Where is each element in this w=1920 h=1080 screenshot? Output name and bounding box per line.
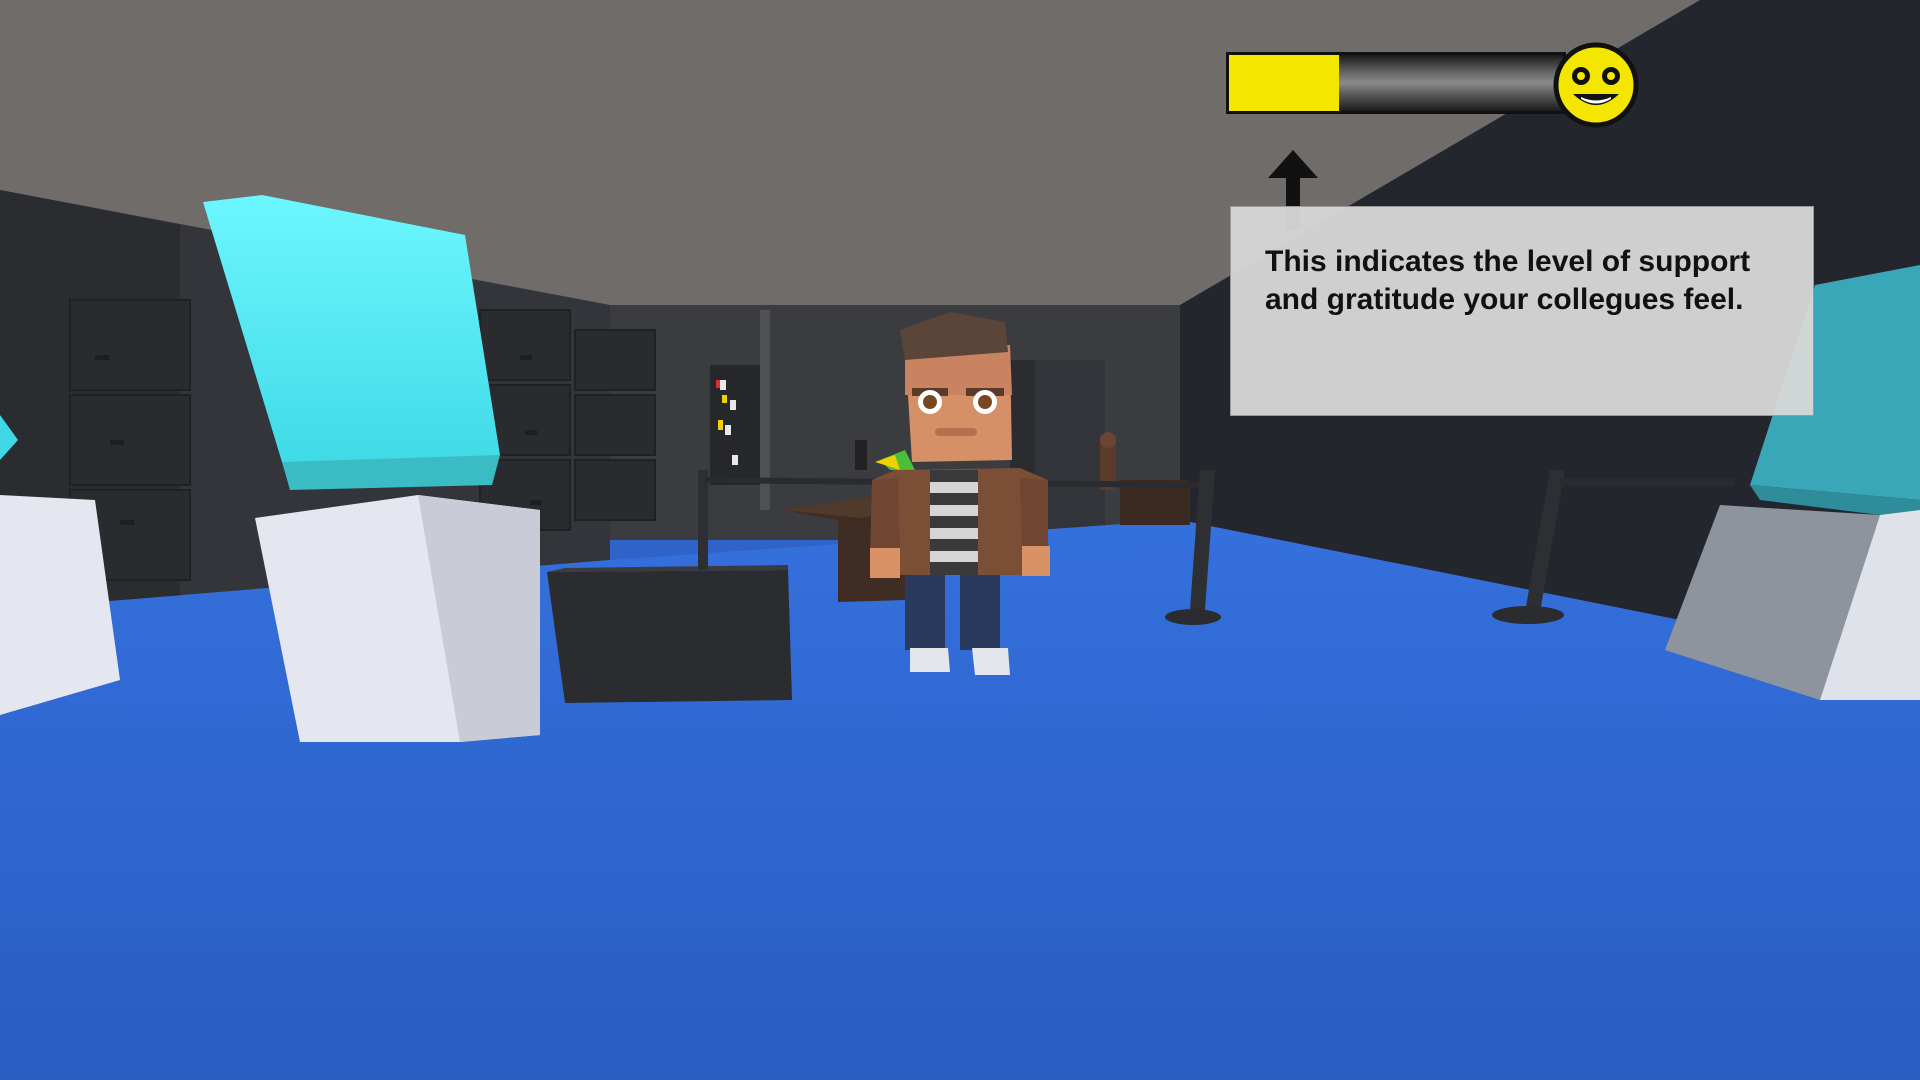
smiley-face-icon [1553, 42, 1639, 128]
support-meter [1226, 52, 1566, 114]
support-meter-fill [1229, 55, 1340, 111]
game-scene [0, 0, 1920, 1080]
floor-crate [547, 565, 792, 703]
tutorial-tooltip: This indicates the level of support and … [1230, 206, 1814, 416]
tutorial-text: This indicates the level of support and … [1265, 245, 1751, 316]
